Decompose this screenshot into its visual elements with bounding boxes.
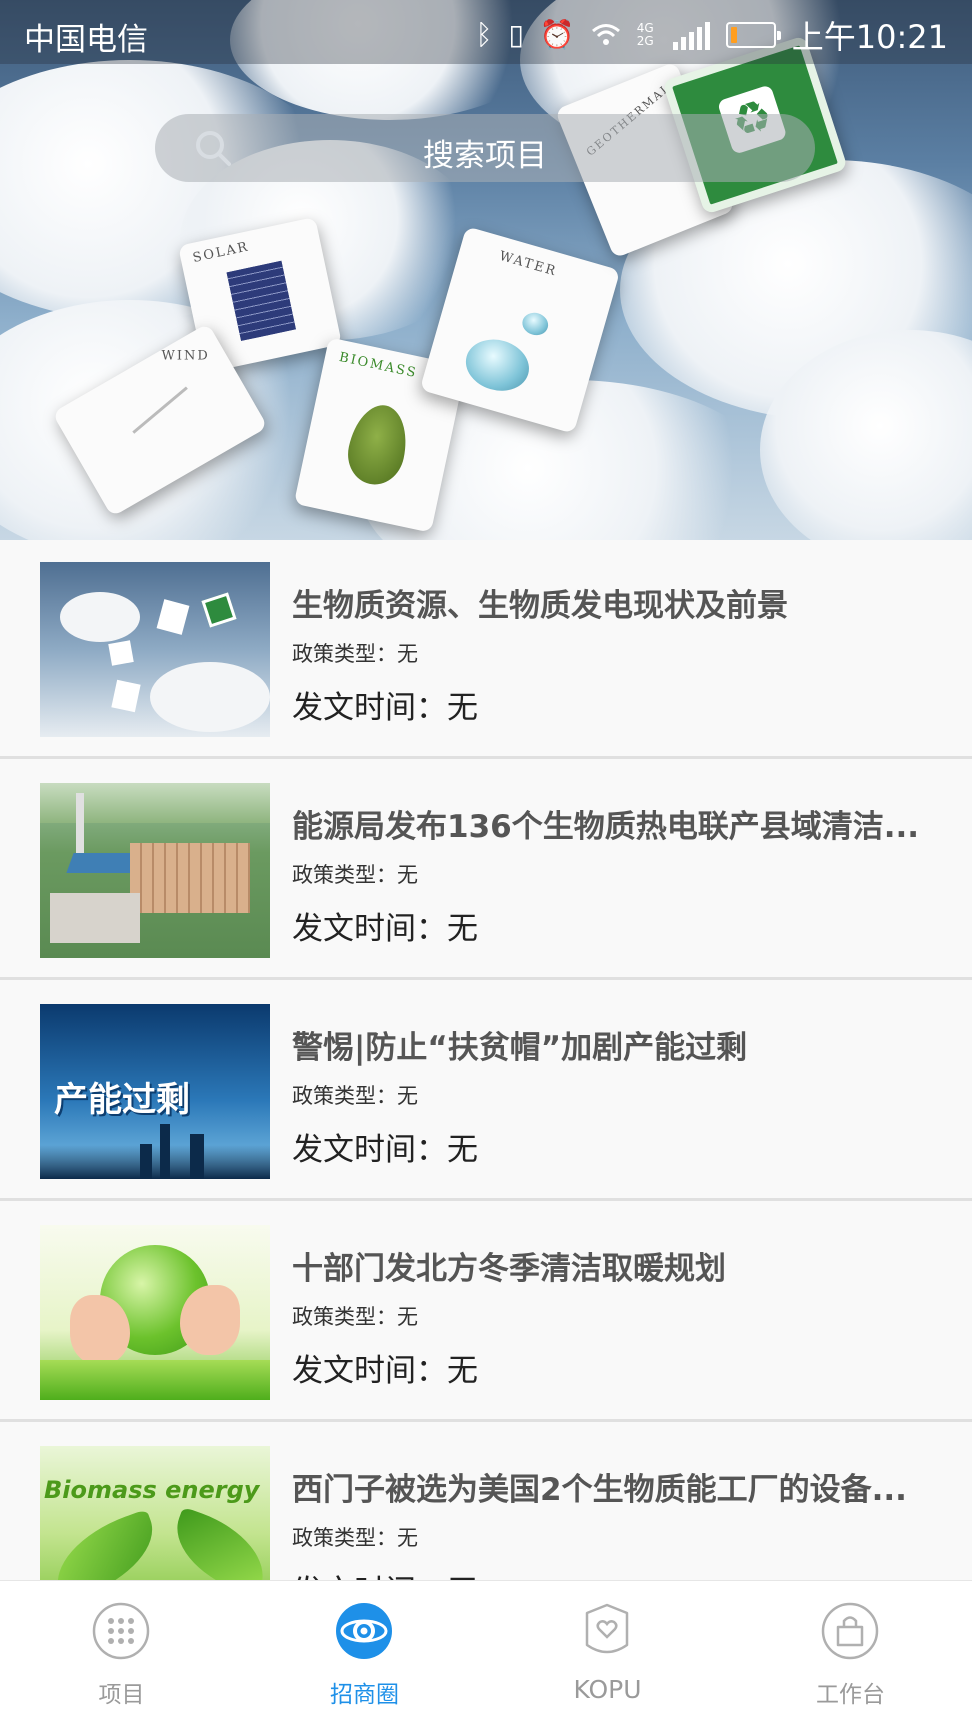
hero-banner[interactable]: SOLAR WIND BIOMASS WATER GEOTHERMAL ♻ 中国…	[0, 0, 972, 540]
signal-icon	[672, 20, 710, 50]
search-bar[interactable]: 搜索项目	[155, 114, 815, 182]
wind-label: WIND	[161, 348, 210, 364]
tab-label: 招商圈	[330, 1682, 399, 1708]
biomass-label: BIOMASS	[337, 349, 419, 382]
thumbnail-text: Biomass energy	[44, 1476, 260, 1504]
item-policy-type: 政策类型：无	[292, 863, 418, 887]
list-item[interactable]: 能源局发布136个生物质热电联产县域清洁... 政策类型：无 发文时间：无	[0, 761, 972, 980]
water-drop-image	[459, 332, 536, 398]
bluetooth-icon: ᛒ	[475, 18, 493, 51]
item-policy-type: 政策类型：无	[292, 1526, 418, 1550]
item-date: 发文时间：无	[292, 1132, 478, 1168]
battery-level	[730, 27, 737, 43]
item-date: 发文时间：无	[292, 1566, 478, 1580]
thumbnail-image: Biomass energy	[40, 1446, 270, 1580]
vibrate-icon: ▯	[508, 18, 524, 51]
leaf-image	[342, 399, 414, 490]
thumbnail-image: 产能过剩	[40, 1004, 270, 1179]
bag-icon	[821, 1602, 879, 1660]
alarm-icon: ⏰	[539, 18, 575, 51]
solar-panel-image	[226, 260, 296, 341]
battery-icon	[725, 22, 781, 48]
solar-label: SOLAR	[191, 239, 251, 266]
item-policy-type: 政策类型：无	[292, 1084, 418, 1108]
water-drop-small	[519, 309, 551, 339]
carrier-label: 中国电信	[24, 22, 148, 58]
list-item[interactable]: 生物质资源、生物质发电现状及前景 政策类型：无 发文时间：无	[0, 540, 972, 759]
thumbnail-image	[40, 1225, 270, 1400]
item-date: 发文时间：无	[292, 690, 478, 726]
tab-label: 工作台	[816, 1682, 885, 1708]
grid-dots-icon	[92, 1602, 150, 1660]
status-bar: 中国电信 ᛒ ▯ ⏰ 4G 2G 上午10:21	[0, 0, 972, 64]
wifi-icon	[591, 24, 620, 45]
circle-target-icon	[336, 1603, 392, 1659]
item-title: 警惕|防止“扶贫帽”加剧产能过剩	[292, 1030, 748, 1066]
item-title: 十部门发北方冬季清洁取暖规划	[292, 1251, 726, 1287]
tab-kopu[interactable]: KOPU	[486, 1581, 729, 1728]
bottom-tab-bar: 项目 招商圈 KOPU 工作台	[0, 1580, 972, 1728]
wind-turbine-image	[132, 386, 188, 434]
item-date: 发文时间：无	[292, 911, 478, 947]
item-date: 发文时间：无	[292, 1353, 478, 1389]
list-item[interactable]: 十部门发北方冬季清洁取暖规划 政策类型：无 发文时间：无	[0, 1203, 972, 1422]
thumbnail-text: 产能过剩	[54, 1080, 190, 1120]
thumbnail-image	[40, 562, 270, 737]
item-title: 能源局发布136个生物质热电联产县域清洁...	[292, 809, 920, 845]
clock: 上午10:21	[791, 18, 948, 56]
item-title: 西门子被选为美国2个生物质能工厂的设备...	[292, 1472, 907, 1508]
policy-list[interactable]: 生物质资源、生物质发电现状及前景 政策类型：无 发文时间：无 能源局发布136个…	[0, 540, 972, 1580]
item-policy-type: 政策类型：无	[292, 1305, 418, 1329]
status-icons: ᛒ ▯ ⏰ 4G 2G 上午10:21	[476, 12, 948, 58]
item-title: 生物质资源、生物质发电现状及前景	[292, 588, 788, 624]
list-item[interactable]: 产能过剩 警惕|防止“扶贫帽”加剧产能过剩 政策类型：无 发文时间：无	[0, 982, 972, 1201]
tab-projects[interactable]: 项目	[0, 1581, 243, 1728]
list-item[interactable]: Biomass energy 西门子被选为美国2个生物质能工厂的设备... 政策…	[0, 1424, 972, 1580]
tab-label: 项目	[98, 1682, 145, 1708]
tab-label: KOPU	[573, 1675, 642, 1704]
tab-investment-circle[interactable]: 招商圈	[243, 1581, 486, 1728]
network-type-label: 4G 2G	[636, 21, 654, 48]
item-policy-type: 政策类型：无	[292, 642, 418, 666]
shield-heart-icon	[585, 1603, 629, 1654]
water-label: WATER	[497, 248, 559, 280]
thumbnail-image	[40, 783, 270, 958]
search-placeholder: 搜索项目	[423, 138, 547, 174]
tab-workbench[interactable]: 工作台	[729, 1581, 972, 1728]
